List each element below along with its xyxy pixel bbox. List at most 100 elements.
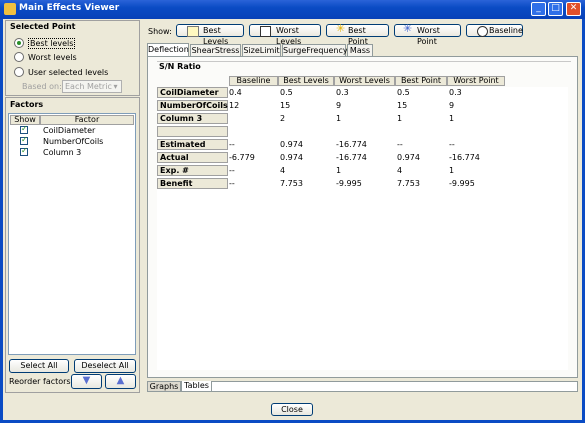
radio-label: Worst levels [28, 52, 77, 62]
minimize-button[interactable]: _ [531, 2, 546, 16]
window-title: Main Effects Viewer [19, 3, 120, 13]
show-baseline-button[interactable]: Baseline [466, 24, 523, 37]
tab-sizelimit[interactable]: SizeLimit [242, 44, 281, 56]
radio-button-icon[interactable] [14, 52, 24, 62]
star-icon: ✳ [336, 22, 346, 35]
title-bar: Main Effects Viewer _ □ ✕ [0, 0, 585, 19]
table-cell: -- [229, 140, 235, 149]
tab-shearstress[interactable]: ShearStress [190, 44, 241, 56]
selected-point-heading: Selected Point [10, 22, 76, 31]
table-cell: 0.5 [280, 88, 293, 97]
factor-row: Column 3 [10, 146, 135, 158]
table-cell: 12 [229, 101, 240, 110]
column-header-worst-point: Worst Point [447, 76, 505, 86]
table-cell: 0.974 [280, 153, 303, 162]
based-on-label: Based on: [22, 82, 62, 91]
app-icon [4, 3, 16, 15]
radio-worst-levels[interactable]: Worst levels [14, 51, 77, 63]
button-label: Baseline [489, 26, 523, 35]
arrow-up-icon: ▲ [116, 375, 125, 386]
table-cell: 0.4 [229, 88, 242, 97]
radio-label: User selected levels [28, 67, 109, 77]
table-cell: 9 [449, 101, 455, 110]
table-cell: -- [229, 179, 235, 188]
based-on-select[interactable]: Each Metric ▾ [62, 80, 122, 93]
star-icon: ✳ [403, 22, 413, 35]
table-cell: 2 [280, 114, 286, 123]
row-header [157, 126, 228, 137]
table-title: S/N Ratio [159, 62, 201, 71]
move-up-button[interactable]: ▲ [105, 374, 136, 389]
table-cell: 4 [280, 166, 286, 175]
close-window-button[interactable]: ✕ [566, 2, 581, 16]
select-all-button[interactable]: Select All [9, 359, 69, 373]
show-worst-point-button[interactable]: ✳ Worst Point [394, 22, 461, 46]
factor-row: CoilDiameter [10, 124, 135, 136]
show-best-levels-button[interactable]: Best Levels [176, 24, 244, 46]
table-cell: 9 [336, 101, 342, 110]
reorder-label: Reorder factors: [9, 377, 74, 386]
tab-deflection[interactable]: Deflection [147, 43, 189, 56]
column-header-best-levels: Best Levels [278, 76, 334, 86]
table-cell: -- [397, 140, 403, 149]
table-cell: -- [449, 140, 455, 149]
table-cell: 1 [336, 166, 342, 175]
yellow-square-icon [187, 26, 199, 37]
row-header: Column 3 [157, 113, 228, 124]
table-body-bg [228, 87, 568, 370]
column-header-baseline: Baseline [229, 76, 278, 86]
tab-mass[interactable]: Mass [347, 44, 373, 56]
based-on-value: Each Metric [65, 82, 112, 91]
radio-user-selected-levels[interactable]: User selected levels [14, 66, 108, 78]
maximize-button[interactable]: □ [548, 2, 563, 16]
row-header: Exp. # [157, 165, 228, 176]
show-worst-levels-button[interactable]: Worst Levels [249, 24, 321, 46]
separator [157, 61, 571, 62]
table-cell: 0.3 [449, 88, 462, 97]
column-header-best-point: Best Point [395, 76, 447, 86]
table-cell: 0.5 [397, 88, 410, 97]
row-header: Estimated [157, 139, 228, 150]
factor-name: CoilDiameter [43, 126, 96, 135]
factors-table: Show Factor CoilDiameter NumberOfCoils C… [8, 113, 136, 355]
table-cell: 0.974 [397, 153, 420, 162]
show-best-point-button[interactable]: ✳ Best Point [326, 22, 389, 46]
checkbox-checked-icon[interactable] [20, 135, 28, 145]
table-cell: 1 [449, 114, 455, 123]
table-cell: 15 [280, 101, 291, 110]
radio-button-icon[interactable] [14, 38, 24, 48]
move-down-button[interactable]: ▼ [71, 374, 102, 389]
circle-icon [477, 26, 488, 37]
deselect-all-button[interactable]: Deselect All [74, 359, 136, 373]
table-cell: 15 [397, 101, 408, 110]
table-cell: 0.974 [280, 140, 303, 149]
checkbox-checked-icon[interactable] [20, 146, 28, 156]
table-cell: 4 [397, 166, 403, 175]
factors-heading: Factors [10, 100, 44, 109]
chevron-down-icon: ▾ [113, 82, 118, 91]
show-label: Show: [148, 27, 172, 36]
checkbox-checked-icon[interactable] [20, 124, 28, 134]
table-cell: -16.774 [336, 153, 367, 162]
bottom-tab-strip [212, 381, 578, 392]
radio-button-icon[interactable] [14, 67, 24, 77]
tab-tables[interactable]: Tables [181, 381, 212, 392]
row-header: Actual [157, 152, 228, 163]
radio-label: Best levels [28, 37, 76, 49]
factor-row: NumberOfCoils [10, 135, 135, 147]
close-button[interactable]: Close [271, 403, 313, 416]
table-cell: -- [229, 166, 235, 175]
tab-graphs[interactable]: Graphs [147, 381, 181, 392]
factor-name: Column 3 [43, 148, 82, 157]
table-cell: -9.995 [449, 179, 475, 188]
tab-surgefrequency[interactable]: SurgeFrequency [282, 44, 348, 56]
table-cell: 7.753 [280, 179, 303, 188]
table-cell: -9.995 [336, 179, 362, 188]
table-cell: 7.753 [397, 179, 420, 188]
table-cell: -16.774 [336, 140, 367, 149]
row-header: CoilDiameter [157, 87, 228, 98]
radio-best-levels[interactable]: Best levels [14, 37, 76, 49]
column-header-worst-levels: Worst Levels [334, 76, 395, 86]
row-header: NumberOfCoils [157, 100, 228, 111]
table-cell: -6.779 [229, 153, 255, 162]
